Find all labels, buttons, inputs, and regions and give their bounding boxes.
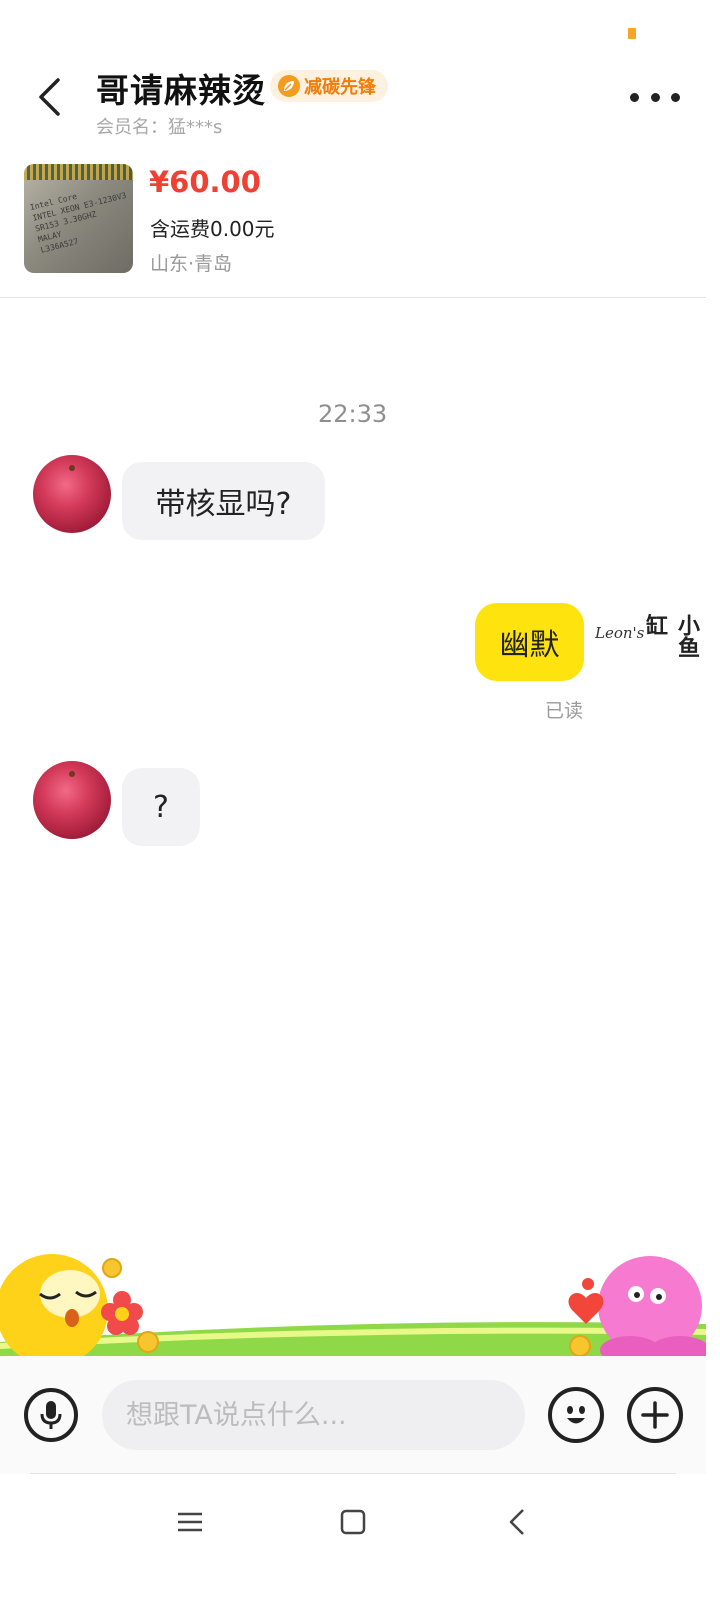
octopus-mascot-icon: [598, 1256, 706, 1356]
square-icon: [340, 1509, 366, 1535]
product-location: 山东·青岛: [150, 253, 233, 275]
flower-icon: [101, 1291, 143, 1335]
header-divider: [0, 297, 706, 298]
nav-home-button[interactable]: [323, 1500, 383, 1544]
message-text: 幽默: [499, 628, 560, 663]
mascot-banner: [0, 1246, 706, 1356]
self-message-bubble[interactable]: 幽默: [475, 603, 584, 681]
back-button[interactable]: [26, 72, 72, 122]
page-title: 哥请麻辣烫: [96, 71, 266, 110]
more-dots-icon: [630, 92, 639, 102]
message-input[interactable]: [102, 1380, 525, 1450]
self-avatar[interactable]: Leon's 小鱼缸: [592, 600, 699, 678]
nav-back-button[interactable]: [487, 1500, 547, 1544]
smiley-icon: [567, 1406, 585, 1424]
product-shipping: 含运费0.00元: [150, 217, 275, 241]
self-avatar-calligraphy: 小鱼缸: [642, 614, 699, 658]
back-icon: [509, 1509, 524, 1535]
message-text: 带核显吗?: [155, 487, 292, 522]
microphone-icon: [40, 1401, 62, 1429]
other-avatar[interactable]: [33, 455, 111, 533]
thumbnail-engraving: Intel Core INTEL XEON E3-1230V3 SR153 3.…: [29, 190, 128, 255]
read-status: 已读: [545, 700, 584, 722]
nav-menu-button[interactable]: [160, 1500, 220, 1544]
emoji-button[interactable]: [548, 1387, 604, 1443]
input-divider: [30, 1473, 676, 1474]
message-text: ?: [153, 789, 169, 825]
message-bubble[interactable]: ?: [122, 768, 200, 846]
product-price: ¥60.00: [149, 165, 261, 199]
chevron-left-icon: [39, 78, 60, 116]
product-thumbnail[interactable]: Intel Core INTEL XEON E3-1230V3 SR153 3.…: [24, 164, 133, 273]
badge-label: 减碳先锋: [304, 77, 376, 98]
plus-icon: [641, 1401, 669, 1429]
more-options-button[interactable]: [630, 80, 680, 114]
carbon-badge[interactable]: 减碳先锋: [270, 70, 388, 102]
menu-icon: [178, 1512, 202, 1532]
voice-button[interactable]: [24, 1388, 78, 1442]
sun-mascot-icon: [0, 1254, 108, 1356]
status-indicator: [628, 28, 636, 39]
member-name: 会员名：猛***s: [96, 117, 223, 138]
message-bubble[interactable]: 带核显吗?: [122, 462, 325, 540]
other-avatar[interactable]: [33, 761, 111, 839]
add-button[interactable]: [627, 1387, 683, 1443]
chip-pins: [24, 164, 133, 180]
leaf-icon: [278, 75, 300, 97]
chat-timestamp: 22:33: [318, 400, 388, 428]
